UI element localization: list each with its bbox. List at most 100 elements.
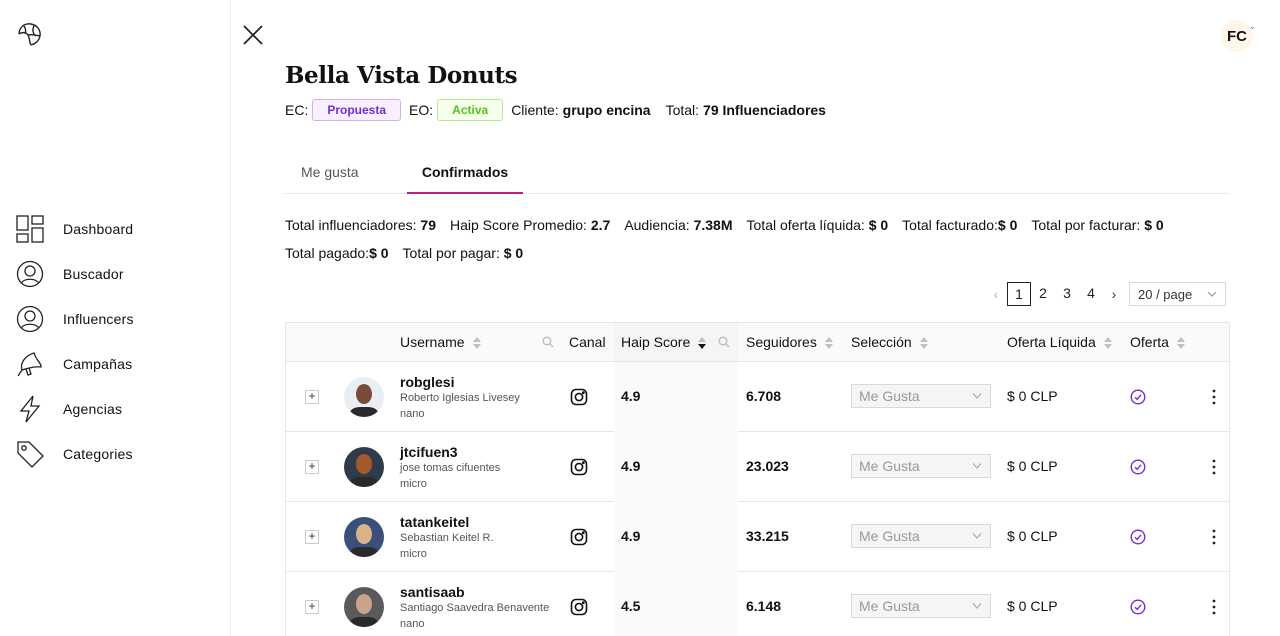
sort-icon[interactable] — [698, 336, 707, 350]
selection-value: Me Gusta — [859, 458, 920, 474]
check-circle-icon[interactable] — [1130, 459, 1146, 475]
username[interactable]: tatankeitel — [400, 514, 469, 530]
client-name: grupo encina — [562, 102, 651, 118]
page-title: Bella Vista Donuts — [285, 62, 518, 89]
selection-value: Me Gusta — [859, 388, 920, 404]
col-seleccion[interactable]: Selección — [851, 323, 928, 361]
haip-score-value: 4.9 — [621, 388, 641, 404]
followers-value: 6.708 — [746, 388, 782, 404]
selection-select[interactable]: Me Gusta — [851, 594, 991, 618]
chevron-down-icon — [972, 463, 982, 469]
tab-me-gusta[interactable]: Me gusta — [301, 155, 359, 194]
haip-score-value: 4.5 — [621, 598, 641, 614]
more-options-icon[interactable] — [1208, 598, 1220, 616]
haip-score-value: 4.9 — [621, 528, 641, 544]
expand-row-button[interactable]: + — [305, 390, 319, 404]
table-row: + jtcifuen3 jose tomas cifuentes micro 4… — [286, 432, 1229, 502]
avatar — [344, 517, 384, 557]
check-circle-icon[interactable] — [1130, 389, 1146, 405]
stats-summary: Total influenciadores: 79 Haip Score Prom… — [285, 211, 1229, 267]
expand-row-button[interactable]: + — [305, 460, 319, 474]
offer-value: $ 0 CLP — [1007, 598, 1058, 614]
search-icon[interactable] — [542, 336, 554, 348]
stat-total-oferta-liquida: Total oferta líquida: $ 0 — [746, 217, 889, 233]
client-label: Cliente: — [511, 102, 559, 118]
col-oferta-liquida[interactable]: Oferta Líquida — [1007, 323, 1112, 361]
pagination: ‹ 1 2 3 4 › 20 / page — [985, 281, 1229, 307]
sort-icon[interactable] — [472, 336, 481, 350]
sidebar-item-influencers[interactable]: Influencers — [0, 296, 231, 341]
full-name: Sebastian Keitel R. — [400, 532, 494, 544]
more-options-icon[interactable] — [1208, 388, 1220, 406]
user-avatar[interactable]: FC — [1221, 20, 1253, 52]
tab-bar: Me gusta Confirmados — [285, 155, 1229, 194]
tab-confirmados[interactable]: Confirmados — [407, 155, 523, 194]
sidebar-item-dashboard[interactable]: Dashboard — [0, 206, 231, 251]
close-icon[interactable] — [241, 23, 265, 47]
col-username[interactable]: Username — [400, 323, 481, 361]
expand-row-button[interactable]: + — [305, 600, 319, 614]
instagram-icon[interactable] — [570, 598, 588, 616]
check-circle-icon[interactable] — [1130, 529, 1146, 545]
page-4[interactable]: 4 — [1079, 282, 1103, 306]
lightning-icon — [15, 394, 45, 424]
sidebar-item-categories[interactable]: Categories — [0, 431, 231, 476]
selection-select[interactable]: Me Gusta — [851, 524, 991, 548]
page-3[interactable]: 3 — [1055, 282, 1079, 306]
prev-page-icon[interactable]: ‹ — [985, 286, 1007, 302]
page-2[interactable]: 2 — [1031, 282, 1055, 306]
username[interactable]: santisaab — [400, 584, 465, 600]
next-page-icon[interactable]: › — [1103, 286, 1125, 302]
sidebar-nav: Dashboard Buscador Influencers Campañas … — [0, 206, 231, 476]
ec-status-badge: Propuesta — [312, 99, 402, 121]
user-circle-icon — [15, 259, 45, 289]
influencers-table: Username Canal Haip Score Seguidores Sel… — [285, 322, 1230, 636]
sidebar-item-campanas[interactable]: Campañas — [0, 341, 231, 386]
instagram-icon[interactable] — [570, 528, 588, 546]
col-oferta[interactable]: Oferta — [1130, 323, 1185, 361]
chevron-down-icon[interactable]: ˇ — [1251, 26, 1254, 36]
instagram-icon[interactable] — [570, 458, 588, 476]
sidebar-item-label: Influencers — [63, 310, 134, 327]
sort-icon[interactable] — [1103, 336, 1112, 350]
sort-icon[interactable] — [919, 336, 928, 350]
sidebar-item-buscador[interactable]: Buscador — [0, 251, 231, 296]
page-size-select[interactable]: 20 / page — [1129, 282, 1226, 306]
chevron-down-icon — [972, 533, 982, 539]
page-1[interactable]: 1 — [1007, 282, 1031, 306]
app-logo[interactable] — [14, 20, 44, 50]
selection-select[interactable]: Me Gusta — [851, 454, 991, 478]
avatar — [344, 377, 384, 417]
tag-icon — [15, 439, 45, 469]
offer-value: $ 0 CLP — [1007, 388, 1058, 404]
sort-icon[interactable] — [1176, 336, 1185, 350]
col-haip-score[interactable]: Haip Score — [621, 323, 707, 361]
sidebar-item-label: Categories — [63, 445, 133, 462]
ec-label: EC: — [285, 102, 309, 118]
eo-status-badge: Activa — [437, 99, 504, 121]
sidebar-item-label: Agencias — [63, 400, 123, 417]
full-name: jose tomas cifuentes — [400, 462, 501, 474]
influencer-tier: micro — [400, 478, 427, 490]
offer-value: $ 0 CLP — [1007, 528, 1058, 544]
megaphone-icon — [15, 349, 45, 379]
influencer-tier: micro — [400, 548, 427, 560]
sidebar-item-agencias[interactable]: Agencias — [0, 386, 231, 431]
stat-total-pagado: Total pagado:$ 0 — [285, 245, 389, 261]
check-circle-icon[interactable] — [1130, 599, 1146, 615]
username[interactable]: robglesi — [400, 374, 454, 390]
search-icon[interactable] — [718, 336, 730, 348]
col-seguidores[interactable]: Seguidores — [746, 323, 833, 361]
sort-icon[interactable] — [824, 336, 833, 350]
more-options-icon[interactable] — [1208, 528, 1220, 546]
stat-total-influenciadores: Total influenciadores: 79 — [285, 217, 436, 233]
followers-value: 33.215 — [746, 528, 789, 544]
col-canal: Canal — [569, 334, 606, 350]
more-options-icon[interactable] — [1208, 458, 1220, 476]
sidebar-item-label: Campañas — [63, 355, 133, 372]
stat-total-facturado: Total facturado:$ 0 — [902, 217, 1018, 233]
selection-select[interactable]: Me Gusta — [851, 384, 991, 408]
expand-row-button[interactable]: + — [305, 530, 319, 544]
instagram-icon[interactable] — [570, 388, 588, 406]
username[interactable]: jtcifuen3 — [400, 444, 458, 460]
